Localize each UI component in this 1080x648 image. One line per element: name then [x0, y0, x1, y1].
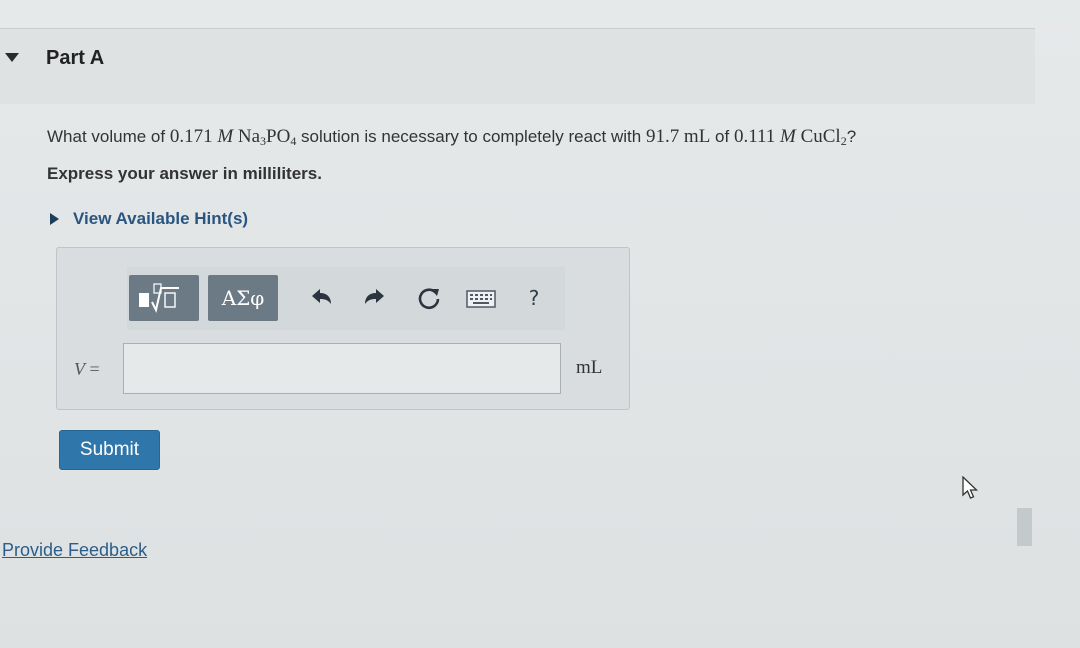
hint-label: View Available Hint(s): [73, 209, 249, 228]
view-hints-toggle[interactable]: View Available Hint(s): [50, 207, 248, 231]
math-toolbar: ΑΣφ ?: [127, 267, 565, 330]
caret-down-icon: [5, 53, 19, 62]
submit-button[interactable]: Submit: [59, 430, 160, 470]
answer-input[interactable]: [123, 343, 561, 394]
instruction-text: Express your answer in milliliters.: [47, 164, 322, 183]
templates-button[interactable]: [129, 275, 199, 321]
help-button[interactable]: ?: [519, 283, 549, 313]
unit-label: mL: [576, 357, 603, 378]
undo-icon: [312, 289, 331, 304]
greek-label: ΑΣφ: [221, 286, 265, 310]
provide-feedback-link[interactable]: Provide Feedback: [2, 540, 147, 561]
keyboard-icon: [466, 290, 496, 308]
reset-icon: [418, 288, 440, 309]
question-text: What volume of 0.171 M Na3PO4 solution i…: [47, 126, 857, 148]
help-label: ?: [528, 286, 540, 310]
keyboard-button[interactable]: [464, 285, 498, 313]
scrollbar-thumb[interactable]: [1017, 508, 1032, 546]
templates-sqrt-icon: [139, 283, 179, 313]
caret-right-icon: [50, 213, 59, 225]
undo-button[interactable]: [307, 283, 337, 313]
answer-panel: ΑΣφ ? V = mL: [56, 247, 630, 410]
redo-icon: [365, 289, 384, 304]
variable-label: V =: [74, 359, 100, 379]
part-title: Part A: [46, 47, 105, 69]
part-header: Part A: [0, 29, 1035, 104]
redo-button[interactable]: [359, 283, 389, 313]
page: Part A What volume of 0.171 M Na3PO4 sol…: [0, 0, 1080, 648]
mouse-cursor-icon: [962, 476, 979, 499]
reset-button[interactable]: [413, 283, 445, 315]
greek-symbols-button[interactable]: ΑΣφ: [208, 275, 278, 321]
